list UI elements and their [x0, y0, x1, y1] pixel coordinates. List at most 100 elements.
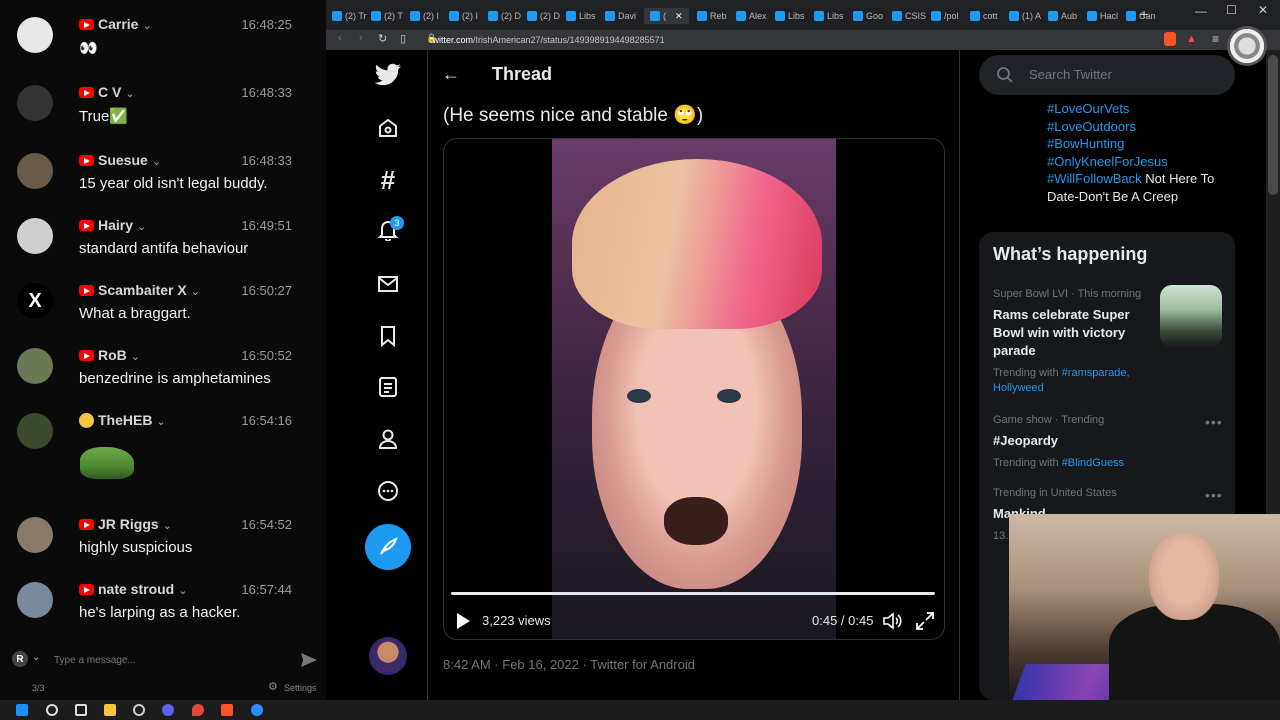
chat-username[interactable]: Carrie ⌄ [98, 16, 152, 32]
chat-avatar[interactable] [17, 517, 53, 553]
maps-pin-icon[interactable] [192, 704, 204, 716]
brave-browser-icon[interactable] [221, 704, 233, 716]
hashtag-link[interactable]: #LoveOurVets [1047, 101, 1129, 116]
hashtag-link[interactable]: #LoveOutdoors [1047, 119, 1136, 134]
chevron-down-icon[interactable]: ⌄ [131, 351, 140, 363]
chat-username[interactable]: JR Riggs ⌄ [98, 516, 172, 532]
more-options-icon[interactable]: ••• [1205, 414, 1223, 430]
browser-tab[interactable]: (2) I [449, 8, 478, 24]
task-view-icon[interactable] [75, 704, 87, 716]
browser-tab[interactable]: (2) D [527, 8, 560, 24]
back-arrow-icon[interactable]: ← [442, 64, 460, 85]
window-close-button[interactable]: ✕ [1258, 3, 1268, 17]
browser-tab[interactable]: Alex [736, 8, 767, 24]
video-progress-bar[interactable] [451, 592, 935, 595]
lists-icon[interactable] [372, 371, 404, 403]
hashtag-link[interactable]: #WillFollowBack [1047, 171, 1142, 186]
twitter-logo-icon[interactable] [372, 59, 404, 91]
gear-icon[interactable]: ⚙ [268, 680, 278, 693]
browser-tab[interactable]: (2) I [410, 8, 439, 24]
chat-avatar[interactable]: X [17, 283, 53, 319]
chat-avatar[interactable] [17, 582, 53, 618]
chevron-down-icon[interactable]: ⌄ [142, 20, 151, 32]
chat-user-avatar[interactable]: R [12, 651, 28, 667]
chat-avatar[interactable] [17, 153, 53, 189]
browser-tab[interactable]: Aub [1048, 8, 1077, 24]
chat-username[interactable]: nate stroud ⌄ [98, 581, 187, 597]
browser-tab[interactable]: Libs [814, 8, 844, 24]
account-avatar[interactable] [369, 637, 407, 675]
fullscreen-icon[interactable] [915, 611, 935, 631]
trend-item[interactable]: Super Bowl LVI · This morning Rams celebr… [993, 288, 1153, 396]
discord-icon[interactable] [162, 704, 174, 716]
browser-tab[interactable]: Libs [775, 8, 805, 24]
browser-tab[interactable]: cott [970, 8, 998, 24]
play-icon[interactable] [455, 612, 471, 630]
chevron-down-icon[interactable]: ⌄ [156, 416, 165, 428]
more-options-icon[interactable] [372, 475, 404, 507]
forward-icon[interactable]: › [359, 32, 363, 44]
browser-tab[interactable]: (2) Tr [332, 8, 367, 24]
window-maximize-button[interactable]: ☐ [1226, 3, 1237, 17]
search-icon[interactable] [46, 704, 58, 716]
browser-tab[interactable]: Goo [853, 8, 883, 24]
hashtag-link[interactable]: #OnlyKneelForJesus [1047, 154, 1168, 169]
chevron-down-icon[interactable]: ⌄ [191, 286, 200, 298]
menu-icon[interactable]: ≡ [1212, 32, 1219, 46]
profile-icon[interactable] [372, 423, 404, 455]
messages-envelope-icon[interactable] [372, 268, 404, 300]
trend-thumbnail-image[interactable] [1160, 285, 1222, 347]
volume-icon[interactable] [882, 611, 902, 631]
window-minimize-button[interactable]: — [1195, 4, 1207, 18]
browser-tab[interactable]: (✕ [644, 8, 689, 24]
search-placeholder[interactable]: Search Twitter [1029, 67, 1112, 82]
browser-tab[interactable]: Reb [697, 8, 727, 24]
browser-tab[interactable]: /pol [931, 8, 959, 24]
new-tab-button[interactable]: + [1140, 7, 1148, 21]
trend-item[interactable]: Game show · Trending #Jeopardy Trending wi… [993, 414, 1153, 471]
notifications-bell-icon[interactable]: 3 [372, 214, 404, 246]
windows-start-icon[interactable] [16, 704, 28, 716]
back-icon[interactable]: ‹ [338, 32, 342, 44]
chat-username[interactable]: Suesue ⌄ [98, 152, 161, 168]
tab-close-icon[interactable]: ✕ [675, 11, 683, 22]
chat-avatar[interactable] [17, 85, 53, 121]
chat-avatar[interactable] [17, 17, 53, 53]
chat-username[interactable]: TheHEB ⌄ [98, 412, 166, 428]
chat-username[interactable]: Scambaiter X ⌄ [98, 282, 200, 298]
trend-related-tags[interactable]: #BlindGuess [1062, 457, 1124, 469]
browser-tab[interactable]: CSIS [892, 8, 926, 24]
home-icon[interactable] [372, 112, 404, 144]
chevron-down-icon[interactable]: ⌄ [178, 585, 187, 597]
browser-tab[interactable]: (2) T [371, 8, 403, 24]
chat-avatar[interactable] [17, 348, 53, 384]
chat-username[interactable]: C V ⌄ [98, 84, 135, 100]
reload-icon[interactable]: ↻ [378, 32, 387, 45]
browser-tab[interactable]: (1) A [1009, 8, 1041, 24]
chat-avatar[interactable] [17, 218, 53, 254]
chevron-down-icon[interactable]: ⌄ [137, 221, 146, 233]
chat-avatar[interactable] [17, 413, 53, 449]
trend-title[interactable]: Rams celebrate Super Bowl win with victo… [993, 306, 1153, 360]
chevron-down-icon[interactable]: ⌄ [125, 88, 134, 100]
url-field[interactable]: twitter.com/IrishAmerican27/status/14939… [430, 32, 1110, 48]
browser-tab[interactable]: Hacl [1087, 8, 1118, 24]
chat-username[interactable]: RoB ⌄ [98, 347, 140, 363]
browser-tab[interactable]: (2) D [488, 8, 521, 24]
brave-rewards-icon[interactable]: ▲ [1186, 33, 1197, 45]
more-options-icon[interactable]: ••• [1205, 487, 1223, 503]
chevron-down-icon[interactable]: ⌄ [163, 520, 172, 532]
scrollbar-thumb[interactable] [1268, 55, 1278, 195]
hashtag-link[interactable]: #BowHunting [1047, 136, 1124, 151]
brave-shield-icon[interactable] [1164, 32, 1176, 46]
chevron-down-icon[interactable]: ⌄ [152, 156, 161, 168]
explore-hashtag-icon[interactable]: # [372, 164, 404, 196]
chevron-down-icon[interactable]: ⌄ [32, 652, 40, 663]
settings-app-icon[interactable] [133, 704, 145, 716]
send-icon[interactable] [300, 652, 318, 668]
browser-tab[interactable]: Libs [566, 8, 596, 24]
compose-tweet-button[interactable] [365, 524, 411, 570]
settings-link[interactable]: Settings [284, 683, 317, 693]
bookmarks-icon[interactable] [372, 320, 404, 352]
bookmark-icon[interactable]: ▯ [400, 32, 406, 45]
